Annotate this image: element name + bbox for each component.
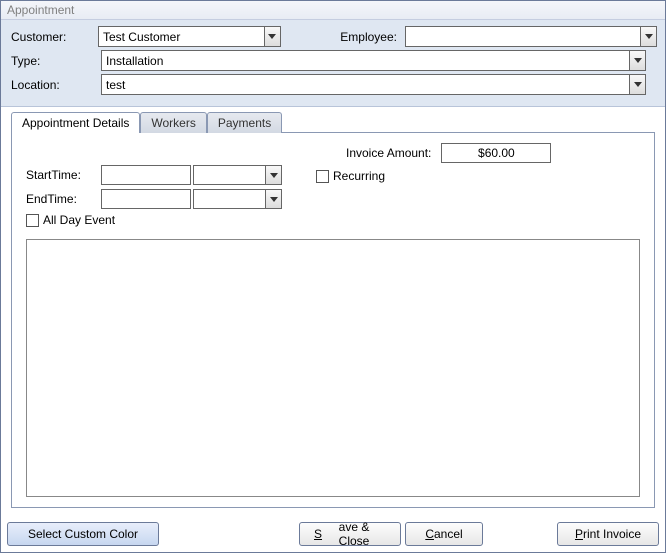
tab-strip: Appointment Details Workers Payments: [1, 111, 665, 132]
start-time-combo[interactable]: [193, 165, 282, 185]
chevron-down-icon: [634, 82, 642, 87]
tab-panel-details: StartTime: EndTime:: [11, 132, 655, 508]
invoice-amount-label: Invoice Amount:: [346, 146, 431, 160]
recurring-label: Recurring: [333, 169, 385, 183]
start-time-dropdown-btn[interactable]: [265, 165, 282, 185]
location-combo[interactable]: [101, 74, 646, 95]
location-dropdown-btn[interactable]: [629, 74, 646, 95]
end-time-dropdown-btn[interactable]: [265, 189, 282, 209]
start-time-input[interactable]: [193, 165, 265, 185]
all-day-label: All Day Event: [43, 213, 115, 227]
window-title: Appointment: [1, 1, 665, 20]
end-time-input[interactable]: [193, 189, 265, 209]
cancel-button[interactable]: Cancel: [405, 522, 483, 546]
location-input[interactable]: [101, 74, 629, 95]
button-bar: Select Custom Color Save & Close Cancel …: [1, 518, 665, 552]
print-invoice-button[interactable]: Print Invoice: [557, 522, 659, 546]
start-time-label: StartTime:: [26, 168, 101, 182]
end-date-input[interactable]: [101, 189, 191, 209]
select-custom-color-button[interactable]: Select Custom Color: [7, 522, 159, 546]
end-time-combo[interactable]: [193, 189, 282, 209]
chevron-down-icon: [645, 34, 653, 39]
all-day-checkbox[interactable]: [26, 214, 39, 227]
end-time-label: EndTime:: [26, 192, 101, 206]
customer-combo[interactable]: [98, 26, 281, 47]
location-label: Location:: [9, 78, 101, 92]
tab-workers[interactable]: Workers: [140, 112, 206, 133]
notes-textarea[interactable]: [26, 239, 640, 497]
invoice-amount-value[interactable]: $60.00: [441, 143, 551, 163]
customer-label: Customer:: [9, 30, 98, 44]
header-form: Customer: Employee: Type:: [1, 20, 665, 107]
employee-input[interactable]: [405, 26, 640, 47]
tab-appointment-details[interactable]: Appointment Details: [11, 112, 140, 133]
chevron-down-icon: [268, 34, 276, 39]
start-date-input[interactable]: [101, 165, 191, 185]
employee-dropdown-btn[interactable]: [640, 26, 657, 47]
customer-input[interactable]: [98, 26, 264, 47]
chevron-down-icon: [270, 173, 278, 178]
tab-payments[interactable]: Payments: [207, 112, 282, 133]
type-dropdown-btn[interactable]: [629, 50, 646, 71]
chevron-down-icon: [270, 197, 278, 202]
chevron-down-icon: [634, 58, 642, 63]
type-combo[interactable]: [101, 50, 646, 71]
customer-dropdown-btn[interactable]: [264, 26, 281, 47]
employee-combo[interactable]: [405, 26, 657, 47]
employee-label: Employee:: [318, 30, 405, 44]
recurring-checkbox[interactable]: [316, 170, 329, 183]
type-input[interactable]: [101, 50, 629, 71]
type-label: Type:: [9, 54, 101, 68]
save-close-button[interactable]: Save & Close: [299, 522, 401, 546]
